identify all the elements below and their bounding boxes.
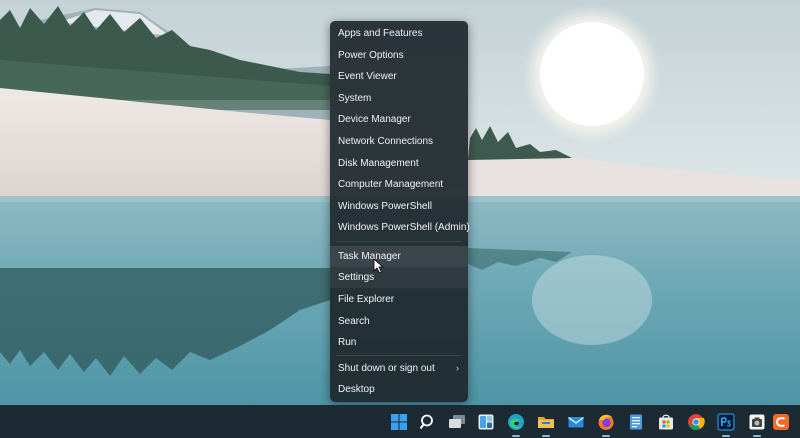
menu-item-desktop[interactable]: Desktop [330, 379, 468, 400]
search-icon[interactable] [419, 413, 437, 431]
mail-icon[interactable] [567, 413, 585, 431]
task-view-icon[interactable] [448, 413, 466, 431]
photoshop-icon[interactable] [717, 413, 735, 431]
menu-item-device-manager[interactable]: Device Manager [330, 109, 468, 130]
menu-item-network-connections[interactable]: Network Connections [330, 131, 468, 152]
start-icon[interactable] [390, 413, 408, 431]
running-indicator [542, 435, 550, 437]
store-icon[interactable] [657, 413, 675, 431]
taskbar [0, 405, 800, 438]
menu-item-file-explorer[interactable]: File Explorer [330, 289, 468, 310]
running-indicator [512, 435, 520, 437]
quick-link-context-menu: Apps and Features Power Options Event Vi… [330, 21, 470, 402]
notepad-icon[interactable] [627, 413, 645, 431]
menu-item-search[interactable]: Search [330, 311, 468, 332]
firefox-icon[interactable] [597, 413, 615, 431]
chevron-right-icon: › [456, 363, 459, 373]
menu-item-windows-powershell[interactable]: Windows PowerShell [330, 196, 468, 217]
mouse-cursor-icon [373, 258, 384, 274]
menu-item-shut-down-or-sign-out[interactable]: Shut down or sign out › [330, 358, 468, 379]
menu-item-windows-powershell-admin[interactable]: Windows PowerShell (Admin) [330, 217, 470, 238]
edge-icon[interactable] [507, 413, 525, 431]
menu-item-system[interactable]: System [330, 88, 468, 109]
menu-item-disk-management[interactable]: Disk Management [330, 153, 468, 174]
menu-item-task-manager[interactable]: Task Manager [330, 246, 468, 267]
menu-separator [336, 241, 462, 242]
menu-item-label: Shut down or sign out [338, 363, 435, 374]
chrome-icon[interactable] [687, 413, 705, 431]
menu-item-apps-and-features[interactable]: Apps and Features [330, 23, 468, 44]
menu-item-run[interactable]: Run [330, 332, 468, 353]
file-explorer-icon[interactable] [537, 413, 555, 431]
orange-app-icon[interactable] [772, 413, 790, 431]
menu-item-settings[interactable]: Settings [330, 267, 468, 288]
widgets-icon[interactable] [477, 413, 495, 431]
menu-item-event-viewer[interactable]: Event Viewer [330, 66, 468, 87]
menu-separator [336, 355, 462, 356]
running-indicator [753, 435, 761, 437]
menu-item-power-options[interactable]: Power Options [330, 45, 468, 66]
menu-item-computer-management[interactable]: Computer Management [330, 174, 468, 195]
running-indicator [722, 435, 730, 437]
camera-app-icon[interactable] [748, 413, 766, 431]
running-indicator [602, 435, 610, 437]
